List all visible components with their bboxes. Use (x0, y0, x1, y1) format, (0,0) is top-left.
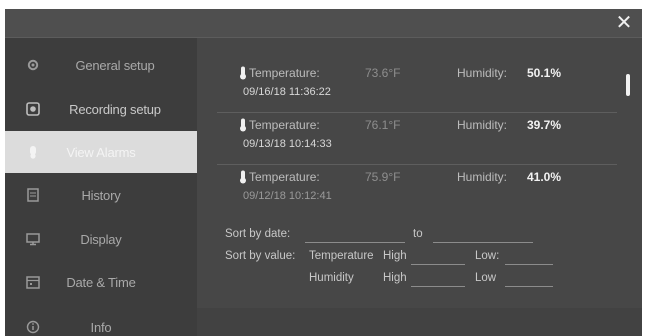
humidity-low-field[interactable] (505, 286, 553, 287)
alarm-list[interactable]: Temperature: 73.6°F Humidity: 50.1% 09/1… (217, 64, 617, 222)
sidebar-item-label: General setup (75, 57, 155, 73)
to-label: to (413, 228, 423, 240)
temperature-high-field[interactable] (411, 264, 465, 265)
thermometer-icon (237, 66, 249, 80)
humidity-value: 41.0% (527, 170, 562, 184)
sidebar-item-history[interactable]: History (5, 174, 197, 216)
humidity-low-label: Low (475, 272, 497, 284)
temperature-value: 76.1°F (365, 118, 401, 132)
temperature-value: 75.9°F (365, 170, 401, 184)
settings-window: ✕ General setup Recording setup View Ala… (5, 9, 642, 336)
sidebar-item-view-alarms[interactable]: View Alarms (5, 131, 197, 173)
sidebar-item-recording-setup[interactable]: Recording setup (5, 88, 197, 130)
alarm-list-scrollbar[interactable] (626, 74, 630, 224)
sort-by-date-label: Sort by date: (225, 228, 291, 240)
sidebar-item-label: History (81, 187, 121, 203)
temperature-label: Temperature: (249, 170, 320, 184)
humidity-value: 50.1% (527, 66, 562, 80)
alarm-timestamp: 09/12/18 10:12:41 (243, 190, 332, 202)
sidebar-item-label: Date & Time (66, 274, 136, 290)
sidebar-item-label: Recording setup (69, 101, 161, 117)
temperature-label: Temperature: (249, 118, 320, 132)
temperature-low-label: Low: (475, 250, 500, 262)
thermometer-icon (237, 170, 249, 184)
humidity-high-label: High (383, 272, 407, 284)
humidity-high-field[interactable] (411, 286, 465, 287)
temperature-filter-label: Temperature (309, 250, 374, 262)
alarm-timestamp: 09/13/18 10:14:33 (243, 138, 332, 150)
sidebar: General setup Recording setup View Alarm… (5, 38, 197, 336)
humidity-value: 39.7% (527, 118, 562, 132)
temperature-low-field[interactable] (505, 264, 553, 265)
humidity-filter-label: Humidity (309, 272, 354, 284)
alarm-timestamp: 09/16/18 11:36:22 (243, 86, 331, 98)
date-from-field[interactable] (305, 242, 405, 243)
sidebar-item-label: View Alarms (66, 144, 136, 160)
scrollbar-thumb[interactable] (626, 74, 630, 96)
sidebar-item-date-time[interactable]: Date & Time (5, 261, 197, 303)
sidebar-item-general-setup[interactable]: General setup (5, 44, 197, 86)
close-icon: ✕ (615, 12, 633, 34)
list-item[interactable]: Temperature: 76.1°F Humidity: 39.7% 09/1… (217, 116, 617, 165)
close-button[interactable]: ✕ (612, 11, 636, 35)
humidity-label: Humidity: (457, 118, 508, 132)
temperature-label: Temperature: (249, 66, 320, 80)
sidebar-item-label: Info (90, 319, 112, 335)
sidebar-item-label: Display (80, 231, 122, 247)
title-bar: ✕ (5, 9, 642, 38)
date-to-field[interactable] (433, 242, 533, 243)
humidity-label: Humidity: (457, 170, 508, 184)
alarms-panel: Temperature: 73.6°F Humidity: 50.1% 09/1… (197, 38, 642, 336)
thermometer-icon (237, 118, 249, 132)
sidebar-item-display[interactable]: Display (5, 218, 197, 260)
sort-by-value-label: Sort by value: (225, 250, 296, 262)
temperature-value: 73.6°F (365, 66, 401, 80)
sidebar-item-info[interactable]: Info (5, 306, 197, 336)
temperature-high-label: High (383, 250, 407, 262)
bottom-bar (197, 308, 642, 336)
list-item[interactable]: Temperature: 75.9°F Humidity: 41.0% 09/1… (217, 168, 617, 216)
humidity-label: Humidity: (457, 66, 508, 80)
list-item[interactable]: Temperature: 73.6°F Humidity: 50.1% 09/1… (217, 64, 617, 113)
